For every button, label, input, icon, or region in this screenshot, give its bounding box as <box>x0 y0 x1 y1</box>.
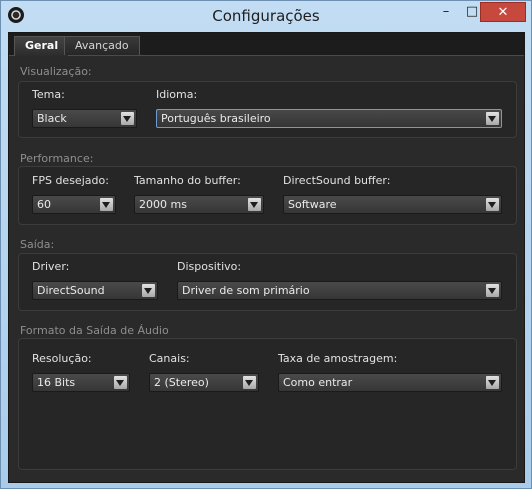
buffer-select-value: 2000 ms <box>139 198 187 211</box>
chevron-down-icon[interactable] <box>142 284 155 297</box>
dispositivo-select-value: Driver de som primário <box>182 284 310 297</box>
close-button[interactable]: ✕ <box>480 2 526 22</box>
taxa-select[interactable]: Como entrar <box>278 373 502 392</box>
chevron-down-icon[interactable] <box>243 376 256 389</box>
minimize-button[interactable]: – <box>433 2 459 22</box>
tema-select[interactable]: Black <box>32 109 137 128</box>
dsbuffer-select-value: Software <box>288 198 337 211</box>
chevron-down-icon[interactable] <box>486 198 499 211</box>
settings-panel: Geral Avançado Visualização: Tema: Black… <box>8 32 525 483</box>
tab-bar: Geral Avançado <box>9 33 524 56</box>
buffer-select[interactable]: 2000 ms <box>134 195 264 214</box>
dispositivo-select[interactable]: Driver de som primário <box>177 281 502 300</box>
group-title-performance: Performance: <box>20 152 94 165</box>
fps-select[interactable]: 60 <box>32 195 116 214</box>
resolucao-label: Resolução: <box>32 352 92 365</box>
tab-geral[interactable]: Geral <box>14 36 70 56</box>
canais-select-value: 2 (Stereo) <box>154 376 209 389</box>
idioma-label: Idioma: <box>156 88 198 101</box>
resolucao-select[interactable]: 16 Bits <box>32 373 130 392</box>
canais-label: Canais: <box>149 352 190 365</box>
group-title-visualizacao: Visualização: <box>20 65 92 78</box>
driver-label: Driver: <box>32 260 70 273</box>
dsbuffer-label: DirectSound buffer: <box>283 174 391 187</box>
driver-select-value: DirectSound <box>37 284 105 297</box>
fps-label: FPS desejado: <box>32 174 109 187</box>
group-title-saida: Saída: <box>20 238 55 251</box>
chevron-down-icon[interactable] <box>486 376 499 389</box>
resolucao-select-value: 16 Bits <box>37 376 76 389</box>
chevron-down-icon[interactable] <box>114 376 127 389</box>
canais-select[interactable]: 2 (Stereo) <box>149 373 259 392</box>
chevron-down-icon[interactable] <box>248 198 261 211</box>
title-bar[interactable]: Configurações – □ ✕ <box>1 1 531 32</box>
idioma-select-value: Português brasileiro <box>161 112 271 125</box>
chevron-down-icon[interactable] <box>486 112 499 125</box>
tema-label: Tema: <box>32 88 65 101</box>
fps-select-value: 60 <box>37 198 51 211</box>
tab-avancado[interactable]: Avançado <box>64 36 140 55</box>
idioma-select[interactable]: Português brasileiro <box>156 109 502 128</box>
group-title-formato: Formato da Saída de Áudio <box>20 324 169 337</box>
chevron-down-icon[interactable] <box>100 198 113 211</box>
tema-select-value: Black <box>37 112 67 125</box>
driver-select[interactable]: DirectSound <box>32 281 158 300</box>
dsbuffer-select[interactable]: Software <box>283 195 502 214</box>
settings-window: Configurações – □ ✕ Geral Avançado Visua… <box>0 0 532 489</box>
group-formato <box>18 338 517 470</box>
taxa-label: Taxa de amostragem: <box>278 352 398 365</box>
chevron-down-icon[interactable] <box>486 284 499 297</box>
dispositivo-label: Dispositivo: <box>177 260 242 273</box>
taxa-select-value: Como entrar <box>283 376 353 389</box>
buffer-label: Tamanho do buffer: <box>134 174 241 187</box>
chevron-down-icon[interactable] <box>121 112 134 125</box>
